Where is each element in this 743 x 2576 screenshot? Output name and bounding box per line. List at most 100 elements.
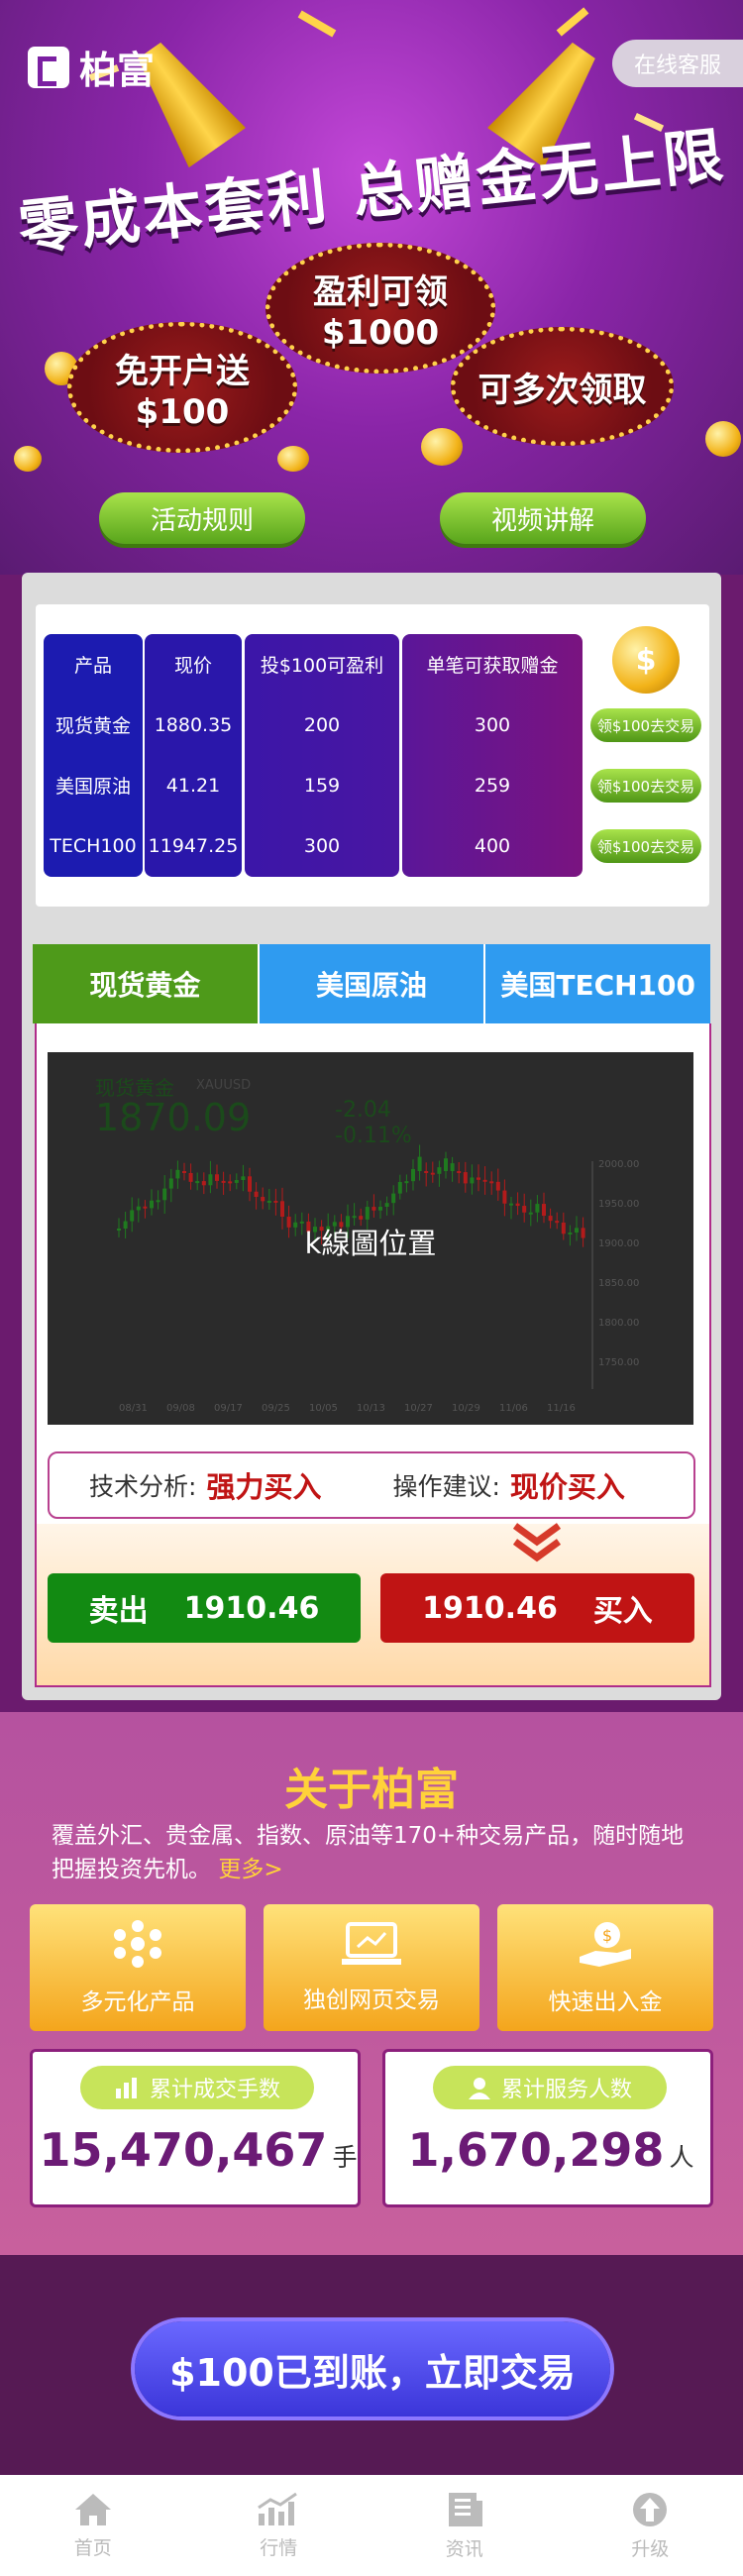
candle-body <box>130 1210 135 1222</box>
table-cell: 159 <box>303 774 341 797</box>
user-icon <box>468 2078 490 2099</box>
sell-button[interactable]: 卖出 1910.46 <box>48 1573 361 1643</box>
tabbar-item-upgrade[interactable]: 升级 <box>558 2475 743 2576</box>
tabbar-item-news[interactable]: 资讯 <box>372 2475 558 2576</box>
tab-oil[interactable]: 美国原油 <box>257 944 484 1023</box>
candle-body <box>397 1182 402 1194</box>
y-tick-label: 1850.00 <box>598 1278 639 1289</box>
candle-body <box>444 1158 448 1171</box>
table-cell: 259 <box>474 774 511 797</box>
candle-body <box>502 1190 507 1204</box>
buy-button[interactable]: 1910.46 买入 <box>380 1573 694 1643</box>
candle-body <box>495 1181 500 1191</box>
header-bonus: 单笔可获取赠金 <box>426 655 559 677</box>
tabbar-label: 升级 <box>631 2537 670 2560</box>
claim-trade-button[interactable]: 领$100去交易 <box>590 769 701 803</box>
rules-button[interactable]: 活动规则 <box>99 492 305 544</box>
stat-label-pill: 累计成交手数 <box>80 2066 314 2109</box>
candle-body <box>175 1169 180 1179</box>
candle-body <box>489 1181 494 1184</box>
badge-line: 可多次领取 <box>478 370 647 410</box>
about-text: 覆盖外汇、贵金属、指数、原油等170+种交易产品，随时随地把握投资先机。 <box>52 1823 685 1882</box>
video-button[interactable]: 视频讲解 <box>440 492 646 544</box>
candle-body <box>535 1204 540 1213</box>
buy-price: 1910.46 <box>422 1590 558 1626</box>
bottom-tabbar: 首页 行情 资讯 升级 <box>0 2475 743 2576</box>
feature-products: 多元化产品 <box>30 1904 246 2031</box>
more-link[interactable]: 更多> <box>218 1857 282 1882</box>
money-hand-icon: $ <box>580 1922 631 1967</box>
candle-body <box>477 1177 480 1180</box>
column-profit: 投$100可盈利 200 159 300 <box>245 634 399 877</box>
advice-value: 现价买入 <box>509 1470 625 1504</box>
table-cell: 美国原油 <box>54 776 131 798</box>
candle-body <box>463 1172 468 1184</box>
candle-body <box>254 1191 259 1198</box>
x-tick-label: 08/31 <box>119 1403 148 1414</box>
x-tick-label: 10/29 <box>452 1403 480 1414</box>
candle-body <box>248 1176 252 1192</box>
stat-label-pill: 累计服务人数 <box>433 2066 667 2109</box>
table-cell: 11947.25 <box>148 834 239 857</box>
candle-body <box>241 1176 246 1181</box>
x-tick-label: 09/08 <box>166 1403 195 1414</box>
table-cell: 300 <box>303 834 341 857</box>
candle-body <box>150 1200 154 1209</box>
header-price: 现价 <box>173 655 212 677</box>
bar-chart-icon <box>115 2078 137 2098</box>
candle-body <box>515 1203 520 1207</box>
candle-body <box>384 1203 389 1208</box>
analysis-label: 技术分析: <box>89 1472 197 1501</box>
candle-body <box>522 1206 527 1213</box>
feature-web-trading: 独创网页交易 <box>264 1904 479 2031</box>
y-tick-label: 1750.00 <box>598 1357 639 1368</box>
k-chart[interactable]: 现货黄金 XAUUSD 1870.09 -2.04 -0.11% 2000.00… <box>48 1052 693 1425</box>
badge-line: 盈利可领 <box>313 271 448 312</box>
candle-body <box>221 1180 226 1183</box>
online-service-button[interactable]: 在线客服 <box>612 40 743 87</box>
candle-body <box>261 1197 265 1202</box>
x-tick-label: 10/27 <box>404 1403 433 1414</box>
candle-body <box>542 1204 546 1217</box>
chevron-down-icon <box>512 1523 562 1562</box>
confetti <box>556 7 589 37</box>
candle-body <box>208 1174 213 1186</box>
header-profit: 投$100可盈利 <box>260 655 384 677</box>
candle-body <box>528 1212 533 1215</box>
candle-body <box>182 1171 186 1173</box>
flower-icon <box>114 1920 161 1968</box>
stat-value-row: 15,470,467 手 <box>33 2123 364 2177</box>
trade-now-button[interactable]: $100已到账，立即交易 <box>135 2321 610 2416</box>
dollar-coin-icon: $ <box>612 626 680 694</box>
logo-icon <box>28 46 69 88</box>
tabbar-item-home[interactable]: 首页 <box>0 2475 186 2576</box>
candle-body <box>391 1193 396 1204</box>
candle-body <box>273 1200 278 1203</box>
y-tick-label: 1800.00 <box>598 1318 639 1329</box>
column-price: 现价 1880.35 41.21 11947.25 <box>145 634 242 877</box>
badge-free-account: 免开户送 $100 <box>67 322 297 453</box>
candle-body <box>437 1167 442 1174</box>
confetti <box>297 10 337 38</box>
candle-body <box>450 1163 455 1171</box>
badge-profit: 盈利可领 $1000 <box>265 243 495 374</box>
table-cell: 现货黄金 <box>54 715 131 737</box>
y-tick-label: 1950.00 <box>598 1199 639 1210</box>
buy-label: 买入 <box>592 1594 653 1629</box>
candle-body <box>470 1177 475 1184</box>
tab-tech100[interactable]: 美国TECH100 <box>483 944 711 1023</box>
candle-body <box>424 1171 429 1173</box>
tabbar-label: 资讯 <box>445 2537 483 2560</box>
candle-body <box>136 1206 141 1211</box>
candle-body <box>195 1181 200 1184</box>
tab-gold[interactable]: 现货黄金 <box>33 944 258 1023</box>
stat-label: 累计成交手数 <box>149 2078 280 2102</box>
candle-body <box>457 1171 462 1173</box>
claim-trade-button[interactable]: 领$100去交易 <box>590 708 701 742</box>
claim-trade-button[interactable]: 领$100去交易 <box>590 829 701 863</box>
candle-body <box>234 1180 239 1183</box>
tabbar-item-market[interactable]: 行情 <box>186 2475 372 2576</box>
candle-body <box>162 1188 167 1201</box>
product-tabs: 现货黄金 美国原油 美国TECH100 <box>33 944 711 1023</box>
table-cell: 200 <box>303 713 341 736</box>
